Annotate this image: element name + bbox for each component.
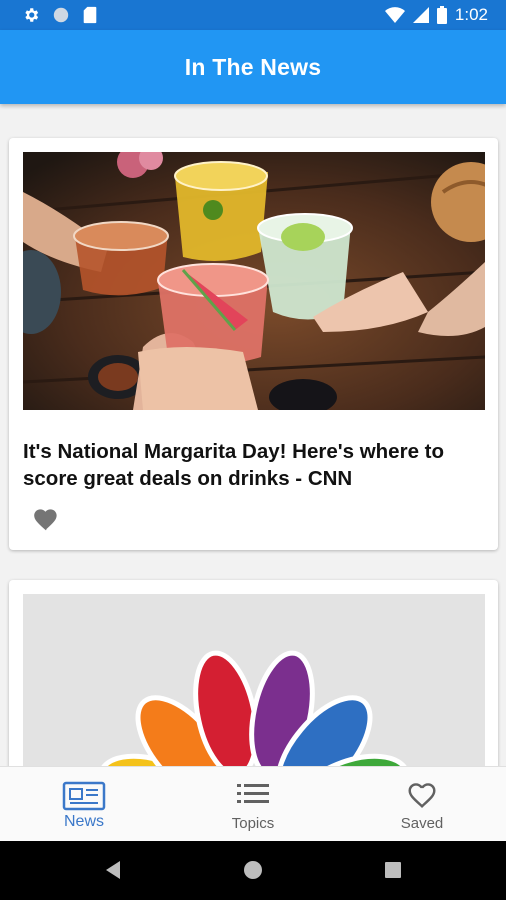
back-icon[interactable]	[98, 855, 128, 885]
bottom-navigation: News Topics Saved	[0, 766, 506, 842]
app-bar: In The News	[0, 30, 506, 104]
article-card[interactable]: It's National Margarita Day! Here's wher…	[9, 138, 498, 550]
status-time: 1:02	[454, 5, 488, 24]
circle-icon	[53, 7, 69, 23]
battery-icon	[436, 6, 447, 24]
heart-filled-icon[interactable]	[31, 505, 61, 531]
news-feed[interactable]: It's National Margarita Day! Here's wher…	[0, 104, 506, 766]
article-card[interactable]	[9, 580, 498, 766]
status-bar: 1:02	[0, 0, 506, 30]
nav-item-news[interactable]: News	[0, 767, 168, 842]
recents-icon[interactable]	[378, 855, 408, 885]
nav-item-topics[interactable]: Topics	[169, 767, 337, 842]
nav-label-saved: Saved	[400, 815, 444, 832]
article-headline[interactable]: It's National Margarita Day! Here's wher…	[23, 438, 489, 492]
wifi-icon	[384, 7, 405, 23]
sd-card-icon	[83, 6, 97, 24]
newspaper-icon	[62, 781, 106, 811]
gear-icon	[25, 8, 39, 22]
home-icon[interactable]	[238, 855, 268, 885]
nav-item-saved[interactable]: Saved	[338, 767, 506, 842]
article-image[interactable]	[23, 594, 485, 766]
signal-icon	[412, 7, 429, 23]
list-icon	[237, 784, 269, 803]
article-image[interactable]	[23, 152, 485, 410]
page-title: In The News	[184, 53, 322, 80]
heart-outline-icon	[408, 783, 436, 808]
nbc-peacock-logo	[97, 650, 411, 766]
nav-label-news: News	[63, 813, 104, 830]
system-navigation-bar	[0, 841, 506, 900]
cocktails-photo	[23, 152, 485, 410]
nav-label-topics: Topics	[231, 815, 275, 832]
